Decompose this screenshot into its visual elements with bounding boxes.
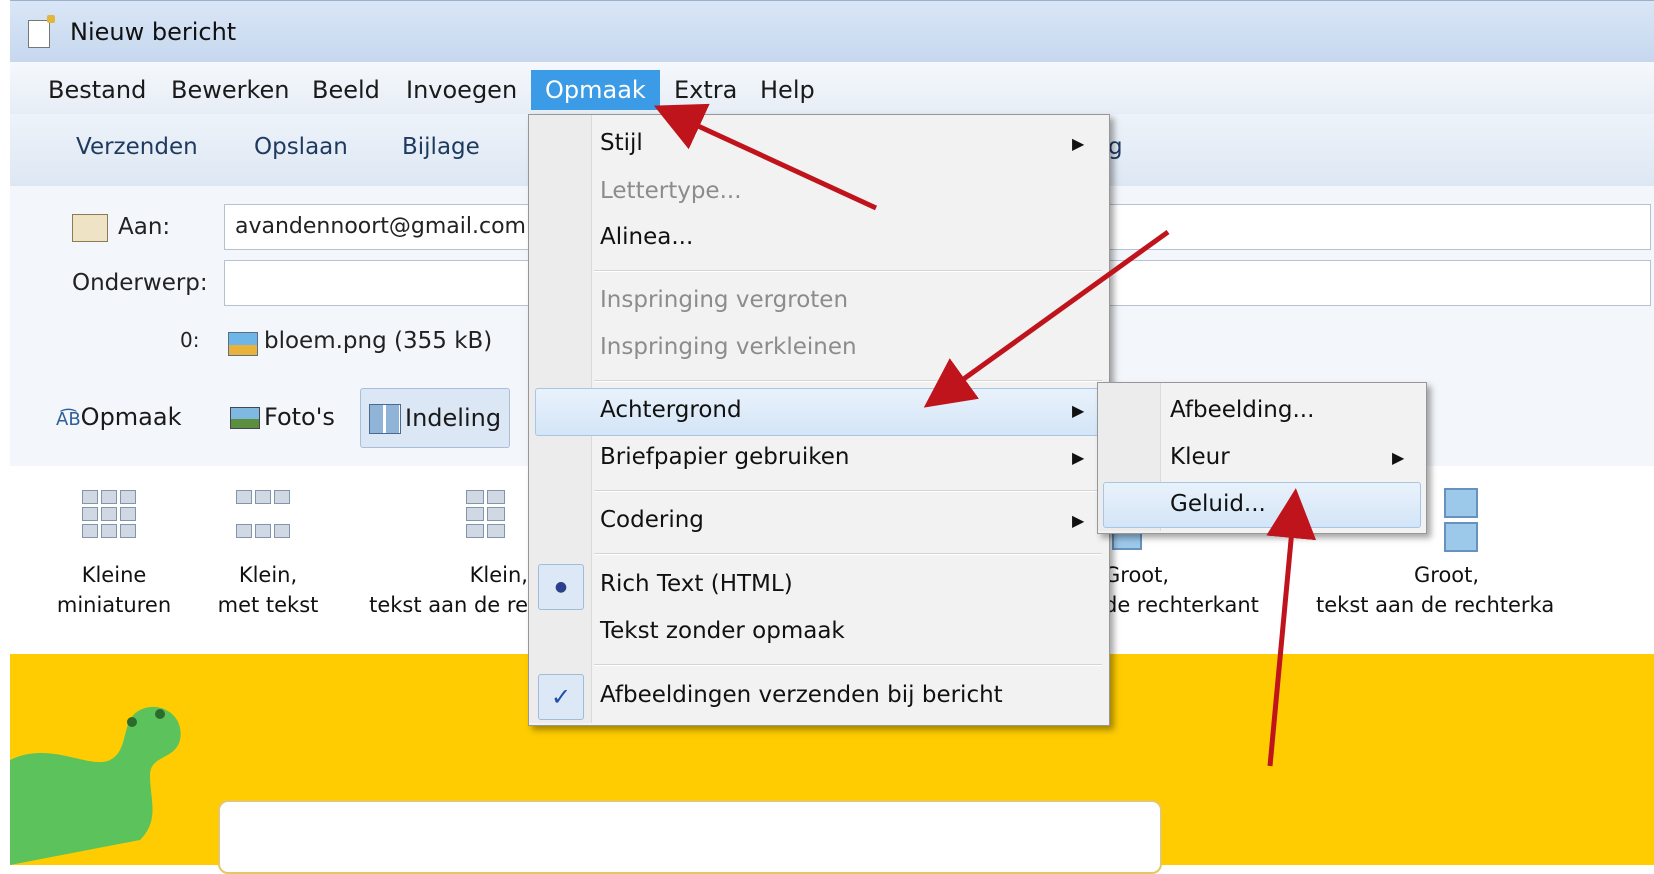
annotation-arrows: [653, 103, 1317, 767]
annotation-arrow: [1266, 488, 1317, 767]
annotation-arrow: [923, 229, 1170, 408]
annotation-arrow: [653, 103, 878, 211]
